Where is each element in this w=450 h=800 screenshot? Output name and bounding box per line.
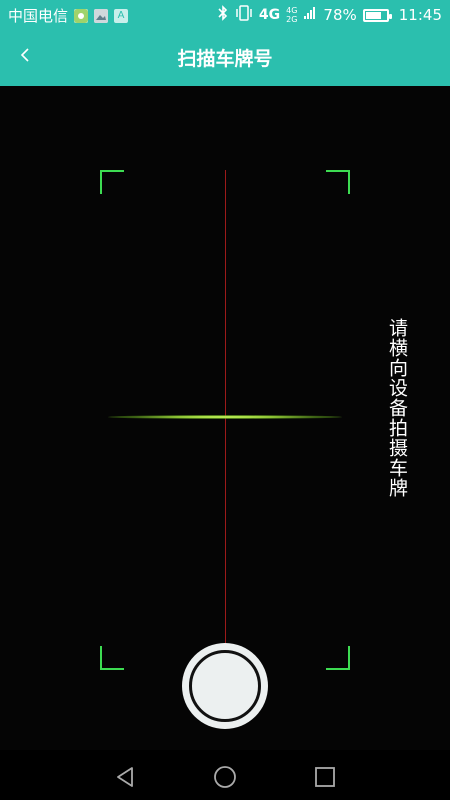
signal-icon xyxy=(303,6,317,24)
bluetooth-icon xyxy=(217,5,229,25)
recent-square-icon[interactable] xyxy=(312,764,338,790)
network-label-sim2: 2G xyxy=(286,15,298,24)
scan-frame-corner-top-right xyxy=(326,170,350,194)
battery-icon xyxy=(362,8,392,22)
capture-button[interactable] xyxy=(182,643,268,729)
network-type-label: 4G xyxy=(258,7,281,23)
gallery-icon xyxy=(94,8,109,23)
system-nav-bar xyxy=(0,750,450,800)
clock-time: 11:45 xyxy=(398,6,442,24)
scan-frame-corner-bottom-right xyxy=(326,646,350,670)
back-triangle-icon[interactable] xyxy=(112,764,138,790)
center-guide-line xyxy=(225,170,226,670)
vibrate-icon xyxy=(235,5,253,25)
status-right: 4G 4G 2G 78% 11:45 xyxy=(217,5,442,25)
a-icon: A xyxy=(114,8,129,23)
chat-icon xyxy=(74,8,89,23)
carrier-name: 中国电信 xyxy=(8,7,69,25)
battery-percent: 78% xyxy=(323,6,357,24)
scan-frame-corner-top-left xyxy=(100,170,124,194)
app-header-background: 中国电信 A 4G 4G 2G 78% 11:45 扫描车牌号 xyxy=(0,0,450,86)
scan-frame-corner-bottom-left xyxy=(100,646,124,670)
dual-network-label: 4G 2G xyxy=(286,6,297,24)
camera-preview[interactable]: 请横向设备拍摄车牌 xyxy=(0,86,450,750)
navigation-header: 扫描车牌号 xyxy=(0,30,450,86)
network-label-sim1: 4G xyxy=(286,6,298,15)
scan-line xyxy=(108,415,342,419)
scan-hint-text: 请横向设备拍摄车牌 xyxy=(386,318,408,498)
page-title: 扫描车牌号 xyxy=(177,48,273,70)
status-left: 中国电信 A xyxy=(8,5,129,26)
capture-button-ring xyxy=(189,650,261,722)
status-bar: 中国电信 A 4G 4G 2G 78% 11:45 xyxy=(0,0,450,30)
home-circle-icon[interactable] xyxy=(212,764,238,790)
